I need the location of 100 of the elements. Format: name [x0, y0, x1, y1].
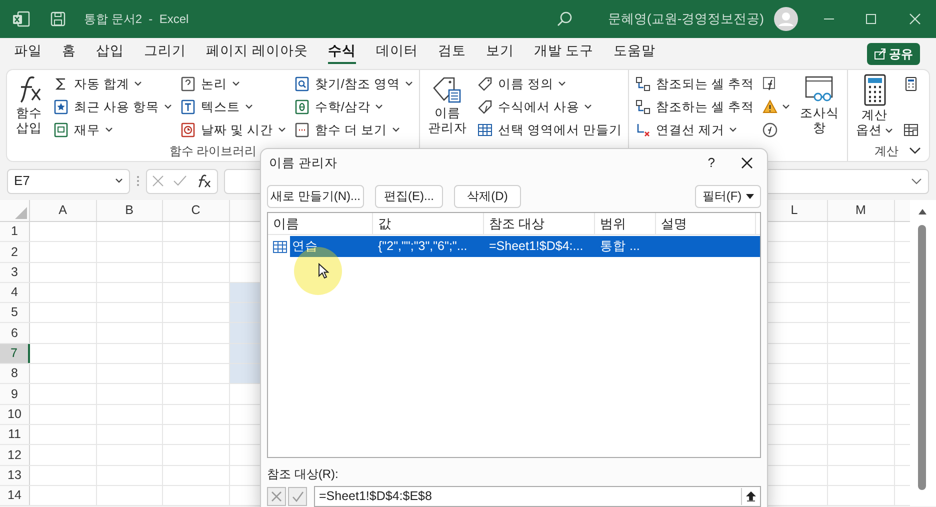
- caret-icon: [729, 127, 738, 133]
- caret-icon: [244, 104, 253, 110]
- refers-to-field[interactable]: =Sheet1!$D$4:$E$8: [314, 486, 761, 507]
- ribbon-button[interactable]: 논리: [180, 73, 286, 95]
- group-label: 계산: [874, 143, 898, 160]
- clock-icon: [180, 122, 196, 138]
- list-column-header[interactable]: 값: [373, 213, 484, 234]
- ribbon-button[interactable]: 참조되는 셀 추적: [634, 73, 754, 95]
- close-icon: [908, 12, 922, 26]
- dialog-title: 이름 관리자: [269, 154, 338, 172]
- ribbon-tab[interactable]: 도움말: [604, 40, 666, 68]
- dialog-button[interactable]: 새로 만들기(N)...: [267, 184, 364, 208]
- dots-icon: [294, 122, 310, 138]
- caret-icon: [782, 104, 790, 110]
- ribbon-tab[interactable]: 삽입: [86, 40, 134, 68]
- dialog-button[interactable]: 편집(E)...: [375, 184, 443, 208]
- sheet-calculator-icon: [903, 122, 920, 138]
- list-column-header[interactable]: 참조 대상: [484, 213, 595, 234]
- ribbon-tab[interactable]: 수식: [318, 40, 366, 68]
- ribbon-button[interactable]: 함수 더 보기: [294, 119, 413, 141]
- row-header[interactable]: 13: [0, 466, 30, 485]
- check-icon: [292, 491, 304, 502]
- chevron-down-icon: [909, 147, 921, 155]
- ribbon-button[interactable]: 텍스트: [180, 96, 286, 118]
- calculator-icon: [903, 76, 920, 92]
- caret-icon: [392, 127, 400, 133]
- column-header[interactable]: B: [125, 201, 134, 220]
- list-cell: {"2","";"3","6";"...: [373, 236, 484, 257]
- ribbon-tab[interactable]: 그리기: [134, 40, 196, 68]
- ribbon-button[interactable]: 참조하는 셀 추적: [634, 96, 754, 118]
- share-button[interactable]: 공유: [867, 43, 920, 65]
- ribbon-button[interactable]: 이름 정의: [476, 73, 622, 95]
- ribbon-tab[interactable]: 데이터: [366, 40, 428, 68]
- row-header[interactable]: 7: [0, 344, 30, 364]
- ribbon-button[interactable]: 계산 옵션: [854, 72, 896, 138]
- ribbon-tab[interactable]: 페이지 레이아웃: [196, 40, 318, 68]
- caret-icon: [164, 104, 172, 110]
- caret-icon: [105, 127, 113, 133]
- column-header[interactable]: L: [790, 201, 798, 220]
- caret-icon: [115, 178, 123, 184]
- ribbon-button[interactable]: 이름 관리자: [426, 72, 469, 136]
- list-cell: =Sheet1!$D$4:...: [484, 236, 595, 257]
- help-button[interactable]: ?: [708, 153, 715, 173]
- ribbon-button[interactable]: 선택 영역에서 만들기: [476, 119, 622, 141]
- close-icon: [741, 157, 753, 169]
- dialog-button[interactable]: 삭제(D): [454, 184, 521, 208]
- ribbon-button[interactable]: 수식에서 사용: [476, 96, 622, 118]
- ribbon-button[interactable]: 조사식 창: [798, 72, 841, 136]
- row-header[interactable]: 1: [0, 222, 30, 242]
- ribbon-tab[interactable]: 파일: [4, 40, 52, 68]
- ribbon-button[interactable]: 자동 합계: [53, 73, 172, 95]
- ribbon-tab[interactable]: 검토: [428, 40, 476, 68]
- filter-button[interactable]: 필터(F): [695, 184, 761, 208]
- minimize-icon: [824, 18, 834, 20]
- row-header[interactable]: 2: [0, 242, 30, 262]
- excel-logo-icon: [12, 10, 30, 28]
- avatar-icon: [774, 7, 798, 31]
- refers-to-label: 참조 대상(R):: [267, 466, 340, 483]
- ribbon-tab[interactable]: 보기: [476, 40, 524, 68]
- column-header[interactable]: C: [191, 201, 200, 220]
- row-header[interactable]: 10: [0, 404, 30, 424]
- ribbon-tab[interactable]: 개발 도구: [524, 40, 604, 68]
- name-cell: 연습: [290, 236, 373, 257]
- list-column-header[interactable]: 범위: [595, 213, 656, 234]
- caret-icon: [404, 81, 413, 87]
- caret-icon: [134, 81, 142, 87]
- ribbon-tab[interactable]: 홈: [52, 40, 86, 68]
- question-book-icon: [180, 76, 196, 92]
- tag-fx-icon: [476, 99, 493, 115]
- row-header[interactable]: 3: [0, 262, 30, 282]
- ribbon-button[interactable]: 수학/삼각: [294, 96, 413, 118]
- list-column-header[interactable]: 이름: [268, 213, 373, 234]
- ribbon-button[interactable]: 재무: [53, 119, 172, 141]
- column-header[interactable]: M: [856, 201, 866, 220]
- window-title: 통합 문서2 - Excel: [84, 11, 189, 28]
- close-button[interactable]: [741, 157, 753, 169]
- row-header[interactable]: 12: [0, 445, 30, 465]
- row-header[interactable]: 14: [0, 486, 30, 506]
- row-header[interactable]: 5: [0, 303, 30, 322]
- trace-arrow-icon: [634, 76, 651, 92]
- collapse-ribbon-button[interactable]: [909, 147, 921, 155]
- range-grid-icon: [273, 240, 287, 252]
- list-column-header[interactable]: 설명: [656, 213, 756, 234]
- ribbon-button[interactable]: 함수 삽입: [13, 72, 45, 136]
- arrow-x-icon: [634, 122, 651, 138]
- name-box[interactable]: E7: [7, 168, 130, 194]
- mouse-pointer-icon: [318, 263, 329, 279]
- row-header[interactable]: 8: [0, 364, 30, 384]
- cancel-icon: [152, 175, 164, 187]
- ribbon-button[interactable]: 날짜 및 시간: [180, 119, 286, 141]
- ribbon-button[interactable]: 연결선 제거: [634, 119, 754, 141]
- trace-arrow-icon: [634, 99, 651, 115]
- row-header[interactable]: 6: [0, 323, 30, 343]
- row-header[interactable]: 11: [0, 424, 30, 444]
- row-header[interactable]: 4: [0, 282, 30, 302]
- name-list-row[interactable]: 연습 {"2","";"3","6";"... =Sheet1!$D$4:... 통합 ...: [268, 236, 760, 257]
- ribbon-button[interactable]: 최근 사용 항목: [53, 96, 172, 118]
- ribbon-button[interactable]: 찾기/참조 영역: [294, 73, 413, 95]
- row-header[interactable]: 9: [0, 384, 30, 404]
- column-header[interactable]: A: [58, 201, 67, 220]
